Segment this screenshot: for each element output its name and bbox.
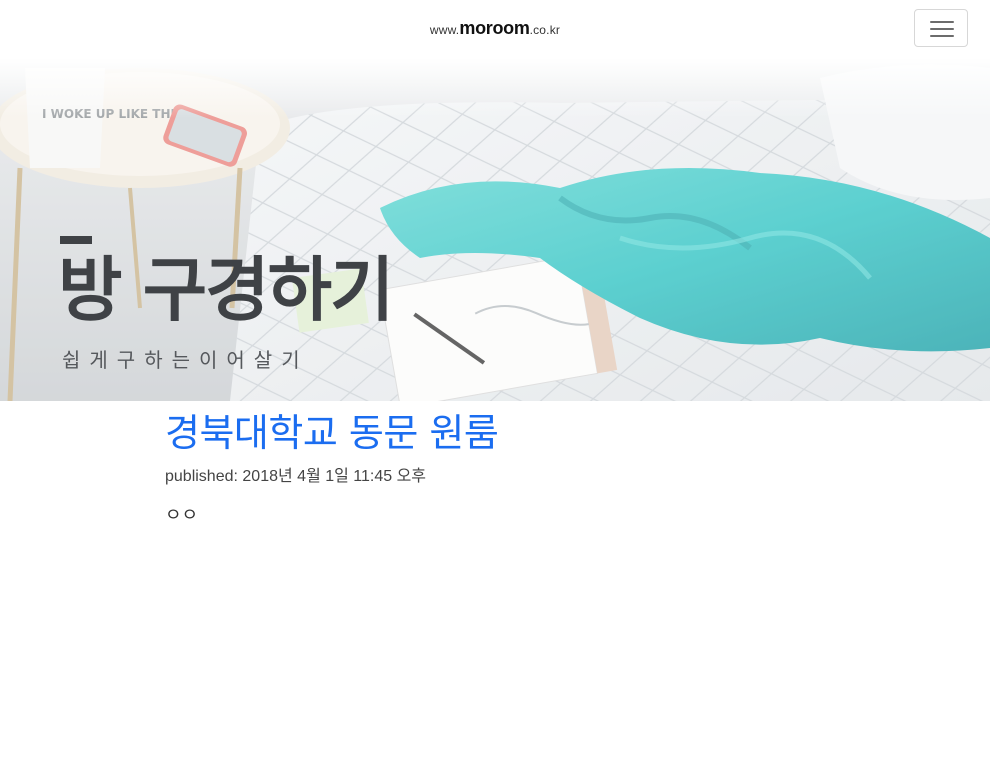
published-label: published: (165, 468, 238, 485)
hero-subtitle: 쉽게구하는이어살기 (62, 348, 309, 372)
post-body: ㅇㅇ (165, 505, 199, 526)
hero-title-dash (60, 236, 92, 244)
hero-fade (0, 58, 990, 118)
published-date: 2018년 4월 1일 11:45 오후 (242, 468, 427, 485)
brand-name: moroom (459, 18, 530, 38)
navbar: www.moroom.co.kr (0, 0, 990, 58)
brand-prefix: www. (429, 23, 460, 37)
hero-title: 방 구경하기 (58, 249, 394, 331)
hero-banner: I WOKE UP LIKE THIS 방 구경하기 쉽게구하는이어살기 (0, 58, 990, 401)
brand-suffix: .co.kr (529, 23, 561, 37)
post-meta: published: 2018년 4월 1일 11:45 오후 (165, 467, 426, 487)
menu-toggle-button[interactable] (914, 9, 968, 47)
brand-logo[interactable]: www.moroom.co.kr (0, 17, 990, 41)
post-title[interactable]: 경북대학교 동문 원룸 (165, 409, 499, 457)
